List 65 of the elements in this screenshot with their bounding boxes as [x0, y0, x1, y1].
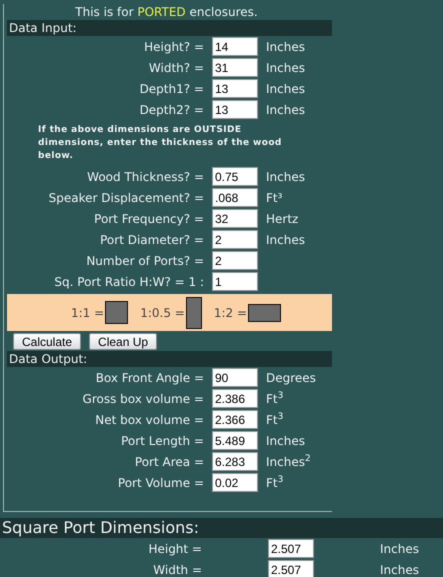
unit-label: Ft$^{3}$ — [266, 475, 284, 490]
unit-label: Inches — [266, 232, 306, 246]
unit-label: Inches — [266, 102, 306, 116]
input-field[interactable]: 0.75 — [212, 167, 258, 186]
unit-label: Degrees — [266, 370, 317, 384]
input-field[interactable]: 13 — [212, 79, 258, 98]
unit-label: Ft³ — [266, 190, 284, 204]
section-header: Data Output: — [7, 351, 332, 367]
field-label: Wood Thickness? = — [86, 170, 204, 184]
unit-label: Inches$^{2}$ — [266, 454, 312, 469]
input-field[interactable]: 0.02 — [212, 473, 258, 492]
unit-label: Inches — [380, 562, 420, 576]
note-text: If the above dimensions are OUTSIDE dimensions, enter the thickness of the wood below. — [37, 124, 283, 163]
input-field[interactable]: 90 — [212, 368, 258, 387]
input-field[interactable]: 2 — [212, 251, 258, 270]
field-label: Height = — [147, 542, 202, 556]
section-header: Square Port Dimensions: — [0, 518, 443, 538]
input-field[interactable]: 13 — [212, 100, 258, 119]
input-field[interactable]: 6.283 — [212, 452, 258, 471]
field-label: Port Diameter? = — [99, 232, 204, 246]
unit-label: Inches — [266, 60, 306, 74]
ratio-label: 1:0.5 = — [140, 306, 185, 320]
field-label: Port Volume = — [116, 476, 204, 490]
input-field[interactable]: 1 — [212, 272, 258, 291]
unit-label: Inches — [266, 40, 306, 54]
port-shape-icon — [248, 304, 282, 322]
field-label: Speaker Displacement? = — [48, 190, 204, 204]
input-field[interactable]: 32 — [212, 209, 258, 228]
field-label: Height? = — [143, 40, 204, 54]
input-field[interactable]: 5.489 — [212, 431, 258, 450]
unit-label: Inches — [266, 170, 306, 184]
input-field[interactable]: 2.386 — [212, 389, 258, 408]
input-field[interactable]: 31 — [212, 58, 258, 77]
input-field[interactable]: 2.366 — [212, 410, 258, 429]
unit-label: Ft$^{3}$ — [266, 391, 284, 406]
unit-label: Inches — [266, 434, 306, 448]
input-field[interactable]: .068 — [212, 188, 258, 207]
section-header: Data Input: — [7, 20, 332, 36]
field-label: Net box volume = — [94, 412, 204, 426]
input-field[interactable]: 2 — [212, 230, 258, 249]
field-label: Number of Ports? = — [85, 254, 204, 268]
port-shape-icon — [105, 301, 128, 324]
unit-label: Inches — [380, 542, 420, 556]
action-button[interactable]: Clean Up — [89, 333, 158, 350]
field-label: Depth2? = — [138, 102, 204, 116]
field-label: Width = — [152, 562, 202, 576]
intro-text: This is for PORTED enclosures. — [74, 4, 259, 20]
field-label: Box Front Angle = — [94, 370, 204, 384]
field-label: Sq. Port Ratio H:W? = 1 : — [53, 274, 204, 288]
field-label: Port Frequency? = — [93, 212, 204, 226]
input-field[interactable]: 14 — [212, 37, 258, 56]
action-button[interactable]: Calculate — [13, 333, 82, 350]
field-label: Gross box volume = — [82, 392, 204, 406]
field-label: Port Length = — [120, 434, 204, 448]
unit-label: Ft$^{3}$ — [266, 412, 284, 427]
input-field[interactable]: 2.507 — [268, 539, 314, 558]
field-label: Width? = — [148, 60, 204, 74]
input-field[interactable]: 2.507 — [268, 560, 314, 577]
port-shape-icon — [186, 296, 202, 328]
ratio-label: 1:1 = — [71, 306, 104, 320]
field-label: Port Area = — [134, 454, 204, 468]
unit-label: Inches — [266, 82, 306, 96]
ratio-label: 1:2 = — [214, 306, 248, 320]
unit-label: Hertz — [266, 212, 300, 226]
field-label: Depth1? = — [138, 82, 204, 96]
